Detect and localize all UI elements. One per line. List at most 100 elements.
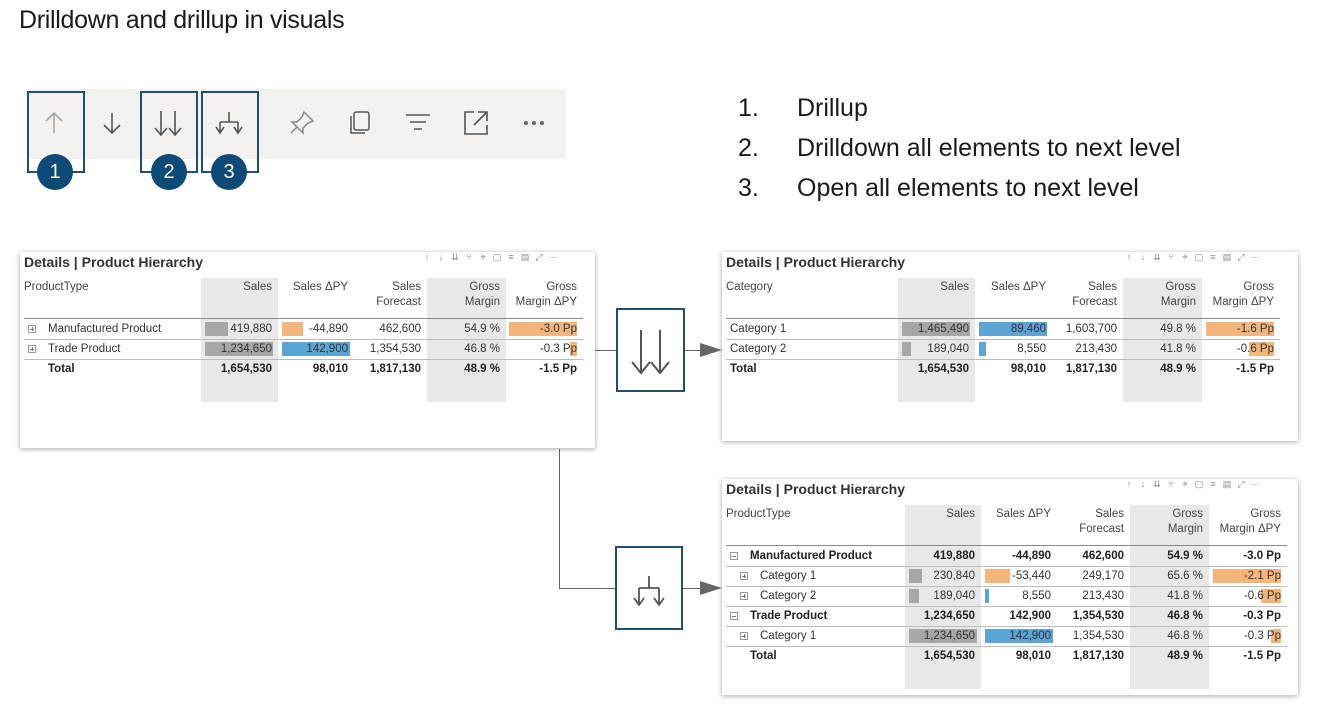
copy-icon[interactable]: ▢ bbox=[1192, 252, 1206, 263]
popout-icon[interactable]: ⤢ bbox=[1234, 252, 1248, 263]
connector-arrowhead bbox=[700, 343, 722, 357]
cell-sales: 419,880 bbox=[230, 323, 272, 335]
more-options-icon[interactable]: ⋯ bbox=[546, 252, 560, 263]
row-label: Category 1 bbox=[730, 323, 787, 335]
cell-sales-dpy: 8,550 bbox=[1022, 590, 1051, 602]
column-header[interactable]: Gross Margin ΔPY bbox=[510, 280, 577, 310]
column-header[interactable]: Sales bbox=[205, 280, 272, 295]
expand-fork-icon[interactable]: ⑂ bbox=[462, 252, 476, 262]
cell-sales: 1,654,530 bbox=[220, 363, 272, 375]
cell-gm: 48.9 % bbox=[1160, 363, 1196, 375]
column-header[interactable]: Sales bbox=[902, 280, 969, 295]
column-header[interactable]: Sales ΔPY bbox=[985, 507, 1051, 522]
column-header[interactable]: Gross Margin bbox=[1127, 280, 1196, 310]
column-header[interactable]: Gross Margin ΔPY bbox=[1206, 280, 1274, 310]
more-options-icon[interactable]: ⋯ bbox=[1248, 479, 1262, 490]
double-arrow-down-icon[interactable]: ⇊ bbox=[1150, 252, 1164, 263]
expand-icon[interactable] bbox=[28, 325, 36, 333]
cell-gm: 46.8 % bbox=[1167, 610, 1203, 622]
arrow-up-icon[interactable]: ↑ bbox=[420, 252, 434, 262]
cell-sales: 230,840 bbox=[933, 570, 975, 582]
double-arrow-down-icon[interactable]: ⇊ bbox=[448, 252, 462, 263]
legend-text: Drillup bbox=[797, 94, 868, 122]
cell-sales-dpy: -44,890 bbox=[1011, 550, 1051, 562]
arrow-up-icon[interactable]: ↑ bbox=[1122, 479, 1136, 489]
column-header[interactable]: Gross Margin ΔPY bbox=[1213, 507, 1281, 537]
visual-mini-toolbar: ↑ ↓ ⇊ ⑂ ⌖ ▢ ≡ ▤ ⤢ ⋯ bbox=[1122, 252, 1262, 264]
header-rule bbox=[24, 318, 583, 319]
filter-icon[interactable]: ≡ bbox=[504, 252, 518, 262]
column-header[interactable]: Gross Margin bbox=[431, 280, 500, 310]
cell-gm: 49.8 % bbox=[1160, 323, 1196, 335]
pin-icon[interactable]: ⌖ bbox=[1178, 252, 1192, 263]
expand-icon[interactable] bbox=[28, 345, 36, 353]
row-rule bbox=[726, 359, 1280, 360]
cell-sales-dpy: 142,900 bbox=[1009, 630, 1051, 642]
header-rule bbox=[726, 545, 1287, 546]
popout-icon[interactable]: ⤢ bbox=[532, 252, 546, 263]
pin-icon[interactable]: ⌖ bbox=[1178, 479, 1192, 490]
column-header[interactable]: ProductType bbox=[24, 280, 195, 295]
double-arrow-down-icon[interactable]: ⇊ bbox=[1150, 479, 1164, 490]
expand-fork-icon[interactable]: ⑂ bbox=[1164, 479, 1178, 489]
expand-fork-icon[interactable]: ⑂ bbox=[1164, 252, 1178, 262]
cell-gm-dpy: -1.5 Pp bbox=[1243, 650, 1281, 662]
cell-gm: 48.9 % bbox=[1167, 650, 1203, 662]
visual-card-category[interactable]: Details | Product Hierarchy ↑ ↓ ⇊ ⑂ ⌖ ▢ ≡ ▤ ⤢ ⋯ Cat… bbox=[722, 252, 1298, 441]
copy-icon[interactable]: ▢ bbox=[1192, 479, 1206, 490]
collapse-icon[interactable] bbox=[730, 552, 738, 560]
filter-icon[interactable] bbox=[403, 108, 433, 138]
column-header[interactable]: Sales Forecast bbox=[1056, 280, 1117, 310]
focus-mode-icon[interactable]: ▤ bbox=[1220, 479, 1234, 490]
double-arrow-down-icon bbox=[631, 330, 670, 375]
column-header[interactable]: Sales ΔPY bbox=[979, 280, 1046, 295]
column-header[interactable]: Category bbox=[726, 280, 892, 295]
more-options-icon[interactable] bbox=[519, 108, 549, 138]
popout-icon[interactable]: ⤢ bbox=[1234, 479, 1248, 490]
cell-sales-dpy: -53,440 bbox=[1011, 570, 1051, 582]
legend-text: Open all elements to next level bbox=[797, 174, 1139, 202]
cell-forecast: 462,600 bbox=[379, 323, 421, 335]
visual-card-product-type[interactable]: Details | Product Hierarchy ↑ ↓ ⇊ ⑂ ⌖ ▢ ≡ ▤ ⤢ ⋯ Pro… bbox=[20, 252, 595, 448]
cell-gm-dpy: -0.6 Pp bbox=[1243, 590, 1281, 602]
filter-icon[interactable]: ≡ bbox=[1206, 479, 1220, 489]
arrow-down-icon[interactable]: ↓ bbox=[1136, 252, 1150, 262]
legend-number: 3. bbox=[738, 174, 759, 202]
pin-icon[interactable]: ⌖ bbox=[476, 252, 490, 263]
filter-icon[interactable]: ≡ bbox=[1206, 252, 1220, 262]
visual-card-expanded[interactable]: Details | Product Hierarchy ↑ ↓ ⇊ ⑂ ⌖ ▢ ≡ ▤ ⤢ ⋯ Pro… bbox=[722, 479, 1298, 695]
copy-icon[interactable]: ▢ bbox=[490, 252, 504, 263]
column-header[interactable]: Gross Margin bbox=[1134, 507, 1203, 537]
connector-arrowhead bbox=[700, 581, 722, 595]
expand-icon[interactable] bbox=[740, 592, 748, 600]
focus-mode-icon[interactable]: ▤ bbox=[1220, 252, 1234, 263]
arrow-down-icon[interactable] bbox=[97, 108, 127, 138]
column-header[interactable]: Sales ΔPY bbox=[282, 280, 348, 295]
column-header[interactable]: Sales Forecast bbox=[358, 280, 421, 310]
cell-forecast: 249,170 bbox=[1082, 570, 1124, 582]
expand-icon[interactable] bbox=[740, 572, 748, 580]
focus-mode-icon[interactable]: ▤ bbox=[518, 252, 532, 263]
cell-gm: 46.8 % bbox=[1167, 630, 1203, 642]
cell-gm: 54.9 % bbox=[464, 323, 500, 335]
cell-gm: 41.8 % bbox=[1160, 343, 1196, 355]
visual-title: Details | Product Hierarchy bbox=[24, 254, 203, 270]
cell-forecast: 1,354,530 bbox=[369, 343, 421, 355]
more-options-icon[interactable]: ⋯ bbox=[1248, 252, 1262, 263]
visual-mini-toolbar: ↑ ↓ ⇊ ⑂ ⌖ ▢ ≡ ▤ ⤢ ⋯ bbox=[420, 252, 560, 264]
column-header[interactable]: Sales bbox=[909, 507, 975, 522]
arrow-down-icon[interactable]: ↓ bbox=[434, 252, 448, 262]
arrow-up-icon[interactable]: ↑ bbox=[1122, 252, 1136, 262]
cell-sales: 189,040 bbox=[933, 590, 975, 602]
cell-sales: 1,234,650 bbox=[923, 630, 975, 642]
arrow-down-icon[interactable]: ↓ bbox=[1136, 479, 1150, 489]
focus-mode-icon[interactable] bbox=[461, 108, 491, 138]
cell-sales: 1,654,530 bbox=[917, 363, 969, 375]
pin-icon[interactable] bbox=[287, 108, 317, 138]
collapse-icon[interactable] bbox=[730, 612, 738, 620]
cell-gm-dpy: -3.0 Pp bbox=[1243, 550, 1281, 562]
column-header[interactable]: ProductType bbox=[726, 507, 899, 522]
expand-icon[interactable] bbox=[740, 632, 748, 640]
copy-icon[interactable] bbox=[345, 108, 375, 138]
column-header[interactable]: Sales Forecast bbox=[1061, 507, 1124, 537]
